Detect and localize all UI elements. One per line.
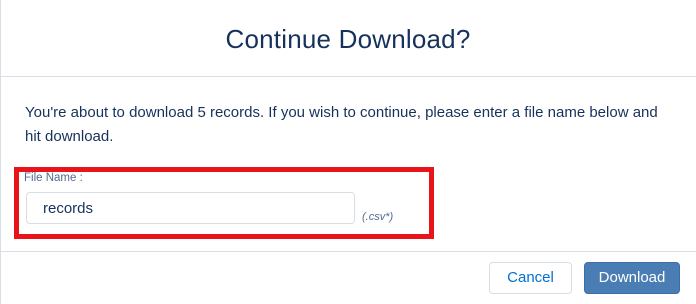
dialog-body: You're about to download 5 records. If y…	[0, 77, 696, 251]
download-dialog: Continue Download? You're about to downl…	[0, 0, 696, 304]
dialog-header: Continue Download?	[0, 0, 696, 77]
file-extension-hint: (.csv*)	[362, 211, 394, 223]
dialog-message: You're about to download 5 records. If y…	[25, 104, 658, 145]
dialog-title: Continue Download?	[225, 23, 471, 54]
file-name-label: File Name :	[24, 172, 83, 184]
cancel-button[interactable]: Cancel	[489, 262, 572, 294]
file-name-input[interactable]	[26, 192, 355, 224]
dialog-footer: Cancel Download	[0, 251, 696, 304]
download-button[interactable]: Download	[584, 262, 680, 294]
